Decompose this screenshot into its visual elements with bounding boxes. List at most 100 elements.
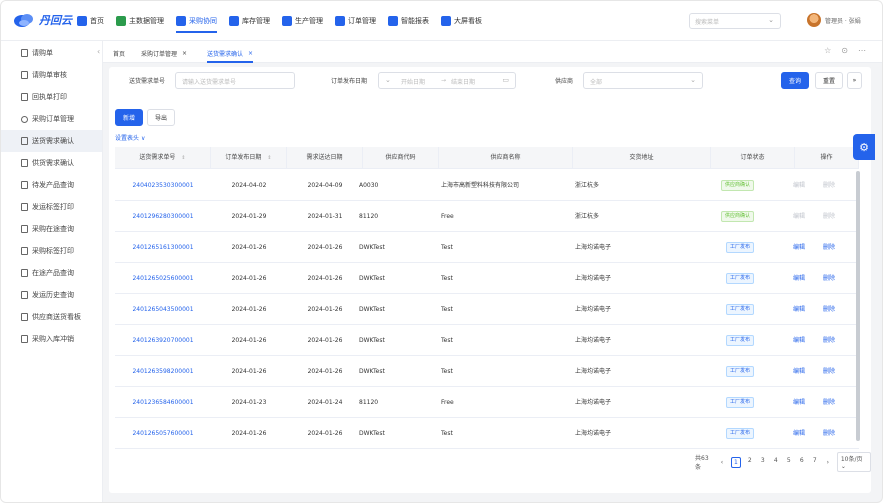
nav-item[interactable]: 智能报表 xyxy=(388,1,429,41)
sort-icon[interactable]: ⇕ xyxy=(267,155,271,161)
req-no-link[interactable]: 2401263598200001 xyxy=(115,356,211,387)
sidebar-item[interactable]: 送货需求确认 xyxy=(1,130,102,152)
supplier-select[interactable]: 全部 ⌄ xyxy=(583,72,703,89)
nav-item[interactable]: 库存管理 xyxy=(229,1,270,41)
req-no-input[interactable]: 请输入送货需求单号 xyxy=(175,72,295,89)
sidebar-item[interactable]: 发运历史查询 xyxy=(1,284,102,306)
edit-button[interactable]: 编辑 xyxy=(793,387,805,418)
menu-search-input[interactable]: 搜索菜单 ⌄ xyxy=(689,13,781,29)
req-no-link[interactable]: 2401265025600001 xyxy=(115,263,211,294)
edit-button[interactable]: 编辑 xyxy=(793,418,805,449)
tab[interactable]: 送货需求确认 × xyxy=(207,46,254,63)
delete-button[interactable]: 删除 xyxy=(823,387,835,418)
reset-button[interactable]: 重置 xyxy=(815,72,843,89)
close-icon[interactable]: × xyxy=(182,50,187,57)
sidebar-item[interactable]: 请购单 xyxy=(1,42,102,64)
page-number[interactable]: 7 xyxy=(811,457,819,468)
req-no-link[interactable]: 2401236584600001 xyxy=(115,387,211,418)
table-row[interactable]: 2401236584600001 2024-01-23 2024-01-24 8112… xyxy=(115,387,859,418)
nav-item[interactable]: 订单管理 xyxy=(335,1,376,41)
sidebar-item[interactable]: 采购入库冲销 xyxy=(1,328,102,350)
delete-button[interactable]: 删除 xyxy=(823,325,835,356)
page-number[interactable]: 2 xyxy=(746,457,754,468)
sidebar-item[interactable]: 在途产品查询 xyxy=(1,262,102,284)
req-no-link[interactable]: 2404023530300001 xyxy=(115,170,211,201)
sidebar-item[interactable]: 请购单审核 xyxy=(1,64,102,86)
sidebar-item-label: 请购单 xyxy=(32,49,53,57)
delete-button[interactable]: 删除 xyxy=(823,201,835,232)
table-row[interactable]: 2401265025600001 2024-01-26 2024-01-26 DWKT… xyxy=(115,263,859,294)
table-row[interactable]: 2401296280300001 2024-01-29 2024-01-31 8112… xyxy=(115,201,859,232)
table-row[interactable]: 2401265161300001 2024-01-26 2024-01-26 DWKT… xyxy=(115,232,859,263)
edit-button[interactable]: 编辑 xyxy=(793,170,805,201)
nav-item[interactable]: 大屏看板 xyxy=(441,1,482,41)
edit-button[interactable]: 编辑 xyxy=(793,294,805,325)
date-end: 结束日期 xyxy=(451,79,476,86)
nav-item[interactable]: 采购协同 xyxy=(176,1,217,41)
nav-item[interactable]: 首页 xyxy=(77,1,104,41)
edit-button[interactable]: 编辑 xyxy=(793,356,805,387)
table-row[interactable]: 2401265057600001 2024-01-26 2024-01-26 DWKT… xyxy=(115,418,859,449)
user-menu[interactable]: 管理员 · 张娟 xyxy=(807,13,861,27)
sidebar-item[interactable]: 供货需求确认 xyxy=(1,152,102,174)
tab[interactable]: 采购订单管理 × xyxy=(141,46,187,60)
date-range-input[interactable]: ⌄ 开始日期 → 结束日期 ▭ xyxy=(378,72,516,89)
more-icon[interactable]: ⋯ xyxy=(858,46,866,55)
sidebar-item[interactable]: 采购在途查询 xyxy=(1,218,102,240)
sidebar-item-label: 发运历史查询 xyxy=(32,291,74,299)
req-no-link[interactable]: 2401263920700001 xyxy=(115,325,211,356)
req-no-link[interactable]: 2401265161300001 xyxy=(115,232,211,263)
nav-item[interactable]: 主数据管理 xyxy=(116,1,164,41)
table-row[interactable]: 2401263920700001 2024-01-26 2024-01-26 DWKT… xyxy=(115,325,859,356)
query-button[interactable]: 查询 xyxy=(781,72,809,89)
page-number[interactable]: 1 xyxy=(730,456,741,468)
next-page-icon[interactable]: › xyxy=(824,459,832,466)
nav-item[interactable]: 生产管理 xyxy=(282,1,323,41)
delete-button[interactable]: 删除 xyxy=(823,232,835,263)
sidebar-item[interactable]: 发运标签打印 xyxy=(1,196,102,218)
req-no-link[interactable]: 2401265057600001 xyxy=(115,418,211,449)
supplier-value: 全部 xyxy=(590,79,603,86)
settings-gear-icon[interactable]: ⚙ xyxy=(853,134,875,160)
sidebar-item[interactable]: 供应商送货看板 xyxy=(1,306,102,328)
close-icon[interactable]: × xyxy=(248,50,253,57)
expand-filter-button[interactable]: » xyxy=(847,72,862,89)
delete-button[interactable]: 删除 xyxy=(823,170,835,201)
sidebar-item[interactable]: 采购订单管理 xyxy=(1,108,102,130)
prev-page-icon[interactable]: ‹ xyxy=(718,459,726,466)
nav-item-label: 库存管理 xyxy=(242,17,270,25)
table-scrollbar[interactable] xyxy=(856,171,860,441)
edit-button[interactable]: 编辑 xyxy=(793,201,805,232)
help-icon[interactable]: ⊙ xyxy=(841,46,848,55)
edit-button[interactable]: 编辑 xyxy=(793,232,805,263)
delete-button[interactable]: 删除 xyxy=(823,294,835,325)
supplier-name: Test xyxy=(441,337,453,344)
page-number[interactable]: 3 xyxy=(759,457,767,468)
page-number[interactable]: 6 xyxy=(798,457,806,468)
star-icon[interactable]: ☆ xyxy=(824,46,831,55)
column-header: 供应商代码 xyxy=(363,147,439,169)
page-number[interactable]: 5 xyxy=(785,457,793,468)
tab-label: 采购订单管理 xyxy=(141,50,178,58)
sidebar-item[interactable]: 待发产品查询 xyxy=(1,174,102,196)
sort-icon[interactable]: ⇕ xyxy=(181,155,185,161)
chevron-left-icon[interactable]: ‹ xyxy=(97,47,100,56)
export-button[interactable]: 导出 xyxy=(147,109,175,126)
table-row[interactable]: 2404023530300001 2024-04-02 2024-04-09 A003… xyxy=(115,170,859,201)
table-settings-link[interactable]: 设置表头 ∨ xyxy=(115,133,145,142)
delete-button[interactable]: 删除 xyxy=(823,263,835,294)
page-size-select[interactable]: 10条/页 ⌄ xyxy=(836,452,871,472)
table-row[interactable]: 2401265043500001 2024-01-26 2024-01-26 DWKT… xyxy=(115,294,859,325)
sidebar-item[interactable]: 采购标签打印 xyxy=(1,240,102,262)
add-button[interactable]: 新增 xyxy=(115,109,143,126)
page-number[interactable]: 4 xyxy=(772,457,780,468)
req-no-link[interactable]: 2401265043500001 xyxy=(115,294,211,325)
req-no-link[interactable]: 2401296280300001 xyxy=(115,201,211,232)
edit-button[interactable]: 编辑 xyxy=(793,325,805,356)
delete-button[interactable]: 删除 xyxy=(823,418,835,449)
table-row[interactable]: 2401263598200001 2024-01-26 2024-01-26 DWKT… xyxy=(115,356,859,387)
delete-button[interactable]: 删除 xyxy=(823,356,835,387)
sidebar-item[interactable]: 回执单打印 xyxy=(1,86,102,108)
edit-button[interactable]: 编辑 xyxy=(793,263,805,294)
tab[interactable]: 首页 xyxy=(113,46,125,60)
